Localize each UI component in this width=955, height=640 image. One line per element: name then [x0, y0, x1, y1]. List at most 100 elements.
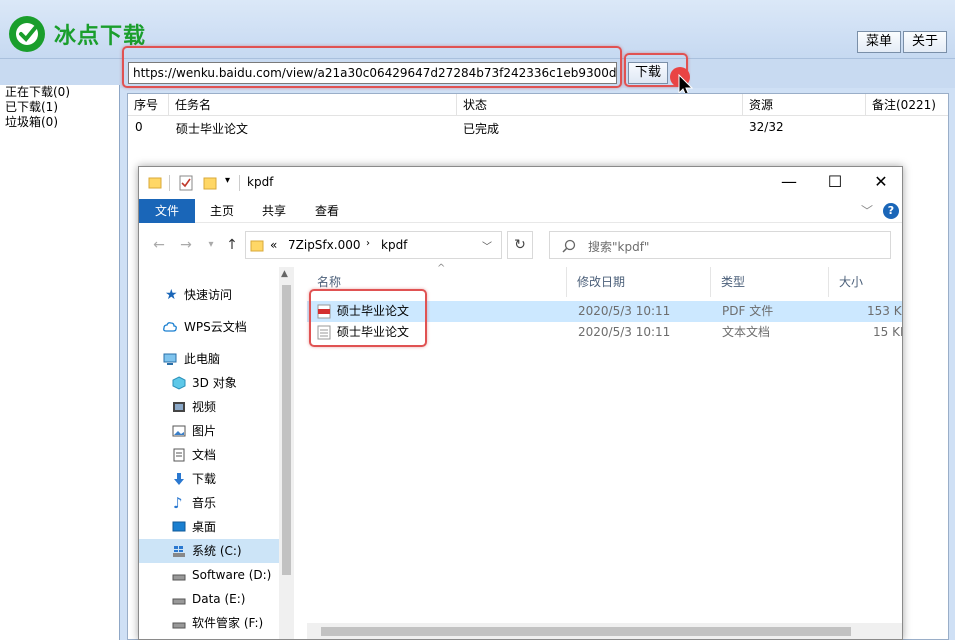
recent-locations-icon[interactable]: ▾ [201, 235, 221, 255]
desktop-icon [172, 521, 186, 532]
nav-item-quick-access[interactable]: ★ 快速访问 [139, 283, 294, 307]
file-type: 文本文档 [722, 325, 771, 339]
ribbon-tabs: 文件 主页 共享 查看 ﹀ ? [139, 199, 902, 223]
column-resource[interactable]: 资源 [743, 94, 866, 116]
column-type[interactable]: 类型 [711, 267, 829, 297]
menu-button[interactable]: 菜单 [857, 31, 901, 53]
file-date: 2020/5/3 10:11 [578, 304, 671, 318]
download-sidebar: 正在下载(0) 已下载(1) 垃圾箱(0) [0, 85, 120, 640]
nav-item-documents[interactable]: 文档 [139, 443, 294, 467]
refresh-icon[interactable]: ↻ [507, 231, 533, 259]
scroll-up-icon[interactable]: ▲ [281, 269, 288, 279]
back-arrow-icon[interactable]: ← [149, 235, 169, 255]
nav-label: 3D 对象 [192, 376, 237, 390]
nav-item-3d-objects[interactable]: 3D 对象 [139, 371, 294, 395]
breadcrumb-overflow[interactable]: « [270, 238, 277, 252]
nav-item-software-d[interactable]: Software (D:) [139, 563, 279, 587]
nav-label: 快速访问 [184, 288, 233, 302]
navigation-pane: ★ 快速访问 WPS云文档 此电脑 3D 对象 视频 图片 文档 下载 ♪ 音乐… [139, 267, 294, 639]
drive-icon [172, 598, 186, 605]
download-arrow-icon [174, 473, 184, 485]
search-input[interactable]: 搜索"kpdf" [588, 238, 649, 255]
file-type: PDF 文件 [722, 304, 774, 318]
windows-drive-icon [173, 546, 185, 557]
nav-item-system-c[interactable]: 系统 (C:) [139, 539, 279, 563]
column-task-name[interactable]: 任务名 [169, 94, 457, 116]
search-box[interactable]: 搜索"kpdf" [549, 231, 891, 259]
folder-icon [250, 240, 264, 252]
up-arrow-icon[interactable]: ↑ [222, 235, 242, 255]
ribbon-expand-icon[interactable]: ﹀ [861, 202, 873, 219]
tab-view[interactable]: 查看 [304, 199, 350, 223]
column-status[interactable]: 状态 [457, 94, 743, 116]
nav-scrollbar-thumb[interactable] [282, 285, 291, 575]
sidebar-item-downloading[interactable]: 正在下载(0) [0, 85, 119, 100]
about-button[interactable]: 关于 [903, 31, 947, 53]
sidebar-item-downloaded[interactable]: 已下载(1) [0, 100, 119, 115]
nav-item-music[interactable]: ♪ 音乐 [139, 491, 294, 515]
new-folder-icon[interactable] [203, 175, 217, 191]
forward-arrow-icon[interactable]: → [176, 235, 196, 255]
app-window: 冰点下载 菜单 关于 https://wenku.baidu.com/view/… [0, 0, 955, 640]
nav-label: 视频 [192, 400, 217, 414]
close-icon[interactable]: ✕ [858, 167, 902, 199]
3d-objects-icon [172, 376, 186, 390]
nav-item-pictures[interactable]: 图片 [139, 419, 294, 443]
star-icon: ★ [165, 287, 178, 303]
column-size[interactable]: 大小 [829, 267, 902, 297]
nav-item-videos[interactable]: 视频 [139, 395, 294, 419]
help-icon[interactable]: ? [883, 203, 899, 219]
nav-label: 下载 [192, 472, 217, 486]
column-note[interactable]: 备注(0221) [866, 94, 948, 116]
tab-share[interactable]: 共享 [251, 199, 297, 223]
task-list-header: 序号 任务名 状态 资源 备注(0221) [128, 94, 948, 116]
music-note-icon: ♪ [173, 494, 183, 512]
app-logo-icon [9, 16, 45, 52]
folder-icon [148, 177, 162, 189]
horizontal-scrollbar[interactable] [307, 623, 902, 639]
cloud-icon [163, 322, 177, 332]
chevron-down-icon[interactable]: ﹀ [482, 238, 492, 253]
nav-label: 桌面 [192, 520, 217, 534]
url-highlight-box [122, 46, 622, 88]
address-bar[interactable]: « 7ZipSfx.000 › kpdf ﹀ [245, 231, 502, 259]
quick-access-toolbar-dropdown-icon[interactable]: ▾ [225, 175, 230, 186]
window-title: kpdf [247, 175, 274, 189]
computer-icon [163, 353, 177, 365]
nav-item-downloads[interactable]: 下载 [139, 467, 294, 491]
breadcrumb-item-kpdf[interactable]: kpdf [381, 238, 407, 252]
column-index[interactable]: 序号 [128, 94, 169, 116]
column-modified[interactable]: 修改日期 [567, 267, 711, 297]
nav-item-desktop[interactable]: 桌面 [139, 515, 294, 539]
nav-item-this-pc[interactable]: 此电脑 [139, 347, 294, 371]
minimize-icon[interactable]: — [766, 167, 812, 199]
file-size: 15 KB [873, 325, 902, 339]
row-status: 已完成 [463, 122, 500, 136]
drive-icon [172, 574, 186, 581]
nav-item-data-e[interactable]: Data (E:) [139, 587, 279, 611]
nav-item-manager-f[interactable]: 软件管家 (F:) [139, 611, 279, 635]
nav-item-wps-cloud[interactable]: WPS云文档 [139, 315, 294, 339]
nav-label: 图片 [192, 424, 217, 438]
video-icon [173, 402, 185, 412]
search-icon [562, 239, 576, 253]
chevron-right-icon: › [366, 238, 370, 249]
navigation-bar: ← → ▾ ↑ « 7ZipSfx.000 › kpdf ﹀ ↻ 搜索"kpdf… [139, 223, 902, 267]
maximize-icon[interactable]: ☐ [812, 167, 858, 199]
files-highlight-box [309, 289, 427, 347]
breadcrumb-item-7zipsfx[interactable]: 7ZipSfx.000 [288, 238, 360, 252]
pictures-icon [172, 425, 186, 437]
nav-label: WPS云文档 [184, 320, 247, 334]
nav-label: Data (E:) [192, 592, 246, 606]
nav-label: 音乐 [192, 496, 217, 510]
nav-label: 此电脑 [184, 352, 221, 366]
sidebar-item-trash[interactable]: 垃圾箱(0) [0, 115, 119, 130]
properties-icon [179, 175, 193, 191]
documents-icon [173, 448, 185, 462]
file-size: 153 KB [867, 304, 902, 318]
tab-file[interactable]: 文件 [139, 199, 195, 223]
nav-label: Software (D:) [192, 568, 272, 582]
explorer-titlebar: ▾ kpdf — ☐ ✕ [139, 167, 902, 199]
tab-home[interactable]: 主页 [199, 199, 245, 223]
horizontal-scrollbar-thumb[interactable] [321, 627, 851, 636]
